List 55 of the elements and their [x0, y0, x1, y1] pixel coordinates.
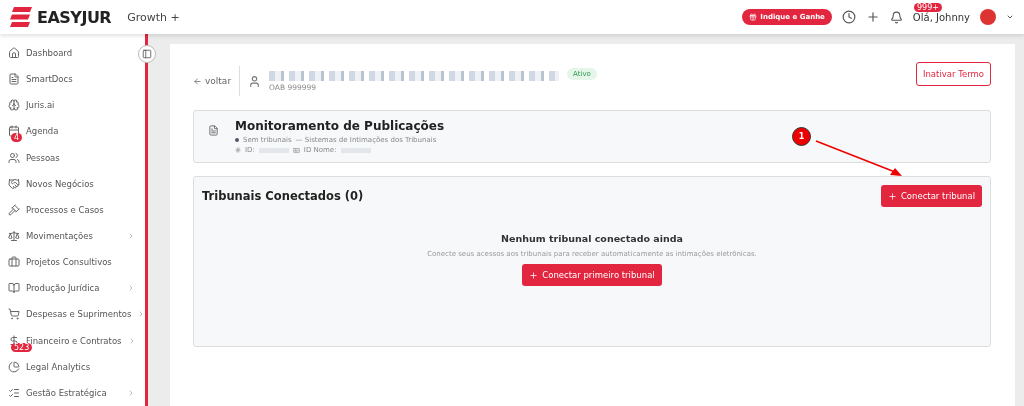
sidebar-item[interactable]: Pessoas	[0, 144, 135, 171]
sidebar-item[interactable]: Dashboard	[0, 40, 135, 67]
checklist-icon	[8, 386, 20, 399]
notification-badge: 999+	[914, 3, 942, 12]
calendar-icon	[8, 125, 20, 138]
sidebar-item[interactable]: Processos e Casos	[0, 196, 135, 223]
connect-button[interactable]: Conectar tribunal	[880, 185, 982, 207]
plan-label: Growth +	[127, 10, 180, 24]
sidebar-item[interactable]: Movimentações	[0, 223, 135, 250]
notifications-button[interactable]	[889, 10, 903, 24]
caret-icon[interactable]	[1006, 13, 1014, 21]
hash-icon	[235, 147, 241, 153]
empty-title: Nenhum tribunal conectado ainda	[501, 233, 683, 244]
cart-icon	[8, 308, 20, 321]
brain-icon	[8, 99, 20, 112]
plus-icon	[529, 270, 539, 280]
plus-icon	[887, 191, 897, 201]
avatar[interactable]	[980, 9, 996, 25]
handshake-icon	[8, 177, 20, 190]
status-dot	[235, 138, 239, 142]
id-card-icon	[292, 146, 300, 154]
deactivate-button[interactable]: Inativar Termo	[915, 62, 991, 86]
arrow-left-icon	[193, 76, 202, 86]
sidebar-item[interactable]: Juris.ai	[0, 92, 135, 119]
gavel-icon	[8, 203, 20, 216]
book-icon	[8, 282, 20, 295]
document-icon	[208, 125, 219, 136]
scale-icon	[8, 230, 20, 243]
briefcase-icon	[8, 256, 20, 269]
sidebar-item[interactable]: Projetos Consultivos	[0, 249, 135, 276]
add-button[interactable]	[865, 10, 880, 24]
connect-first-button[interactable]: Conectar primeiro tribunal	[522, 264, 662, 286]
greeting: Olá, Johnny	[912, 11, 970, 23]
sidebar-item[interactable]: SmartDocs	[0, 66, 135, 93]
sidebar-item[interactable]: Financeiro e Contratos 523	[0, 327, 135, 354]
sidebar-item[interactable]: Legal Analytics	[0, 353, 135, 380]
card-title: Monitoramento de Publicações	[235, 119, 445, 133]
document-icon	[8, 73, 20, 86]
back-link[interactable]: voltar	[193, 66, 241, 96]
logo-icon	[10, 7, 32, 27]
sidebar-item[interactable]: Produção Jurídica	[0, 275, 135, 302]
sidebar-item[interactable]: Novos Negócios	[0, 170, 135, 197]
section-title: Tribunais Conectados (0)	[202, 189, 364, 203]
gift-icon	[749, 13, 758, 21]
sidebar-item[interactable]: Despesas e Suprimentos	[0, 301, 135, 328]
people-icon	[8, 151, 20, 164]
sidebar-item[interactable]: Agenda 4	[0, 118, 135, 145]
panel-icon	[142, 49, 152, 59]
user-icon	[248, 74, 262, 88]
history-button[interactable]	[841, 10, 856, 24]
count-badge: 4	[11, 133, 23, 143]
home-icon	[8, 47, 20, 60]
sidebar-item[interactable]: Gestão Estratégica	[0, 379, 135, 406]
logo: EASYJUR	[37, 7, 112, 27]
pie-chart-icon	[8, 360, 20, 373]
